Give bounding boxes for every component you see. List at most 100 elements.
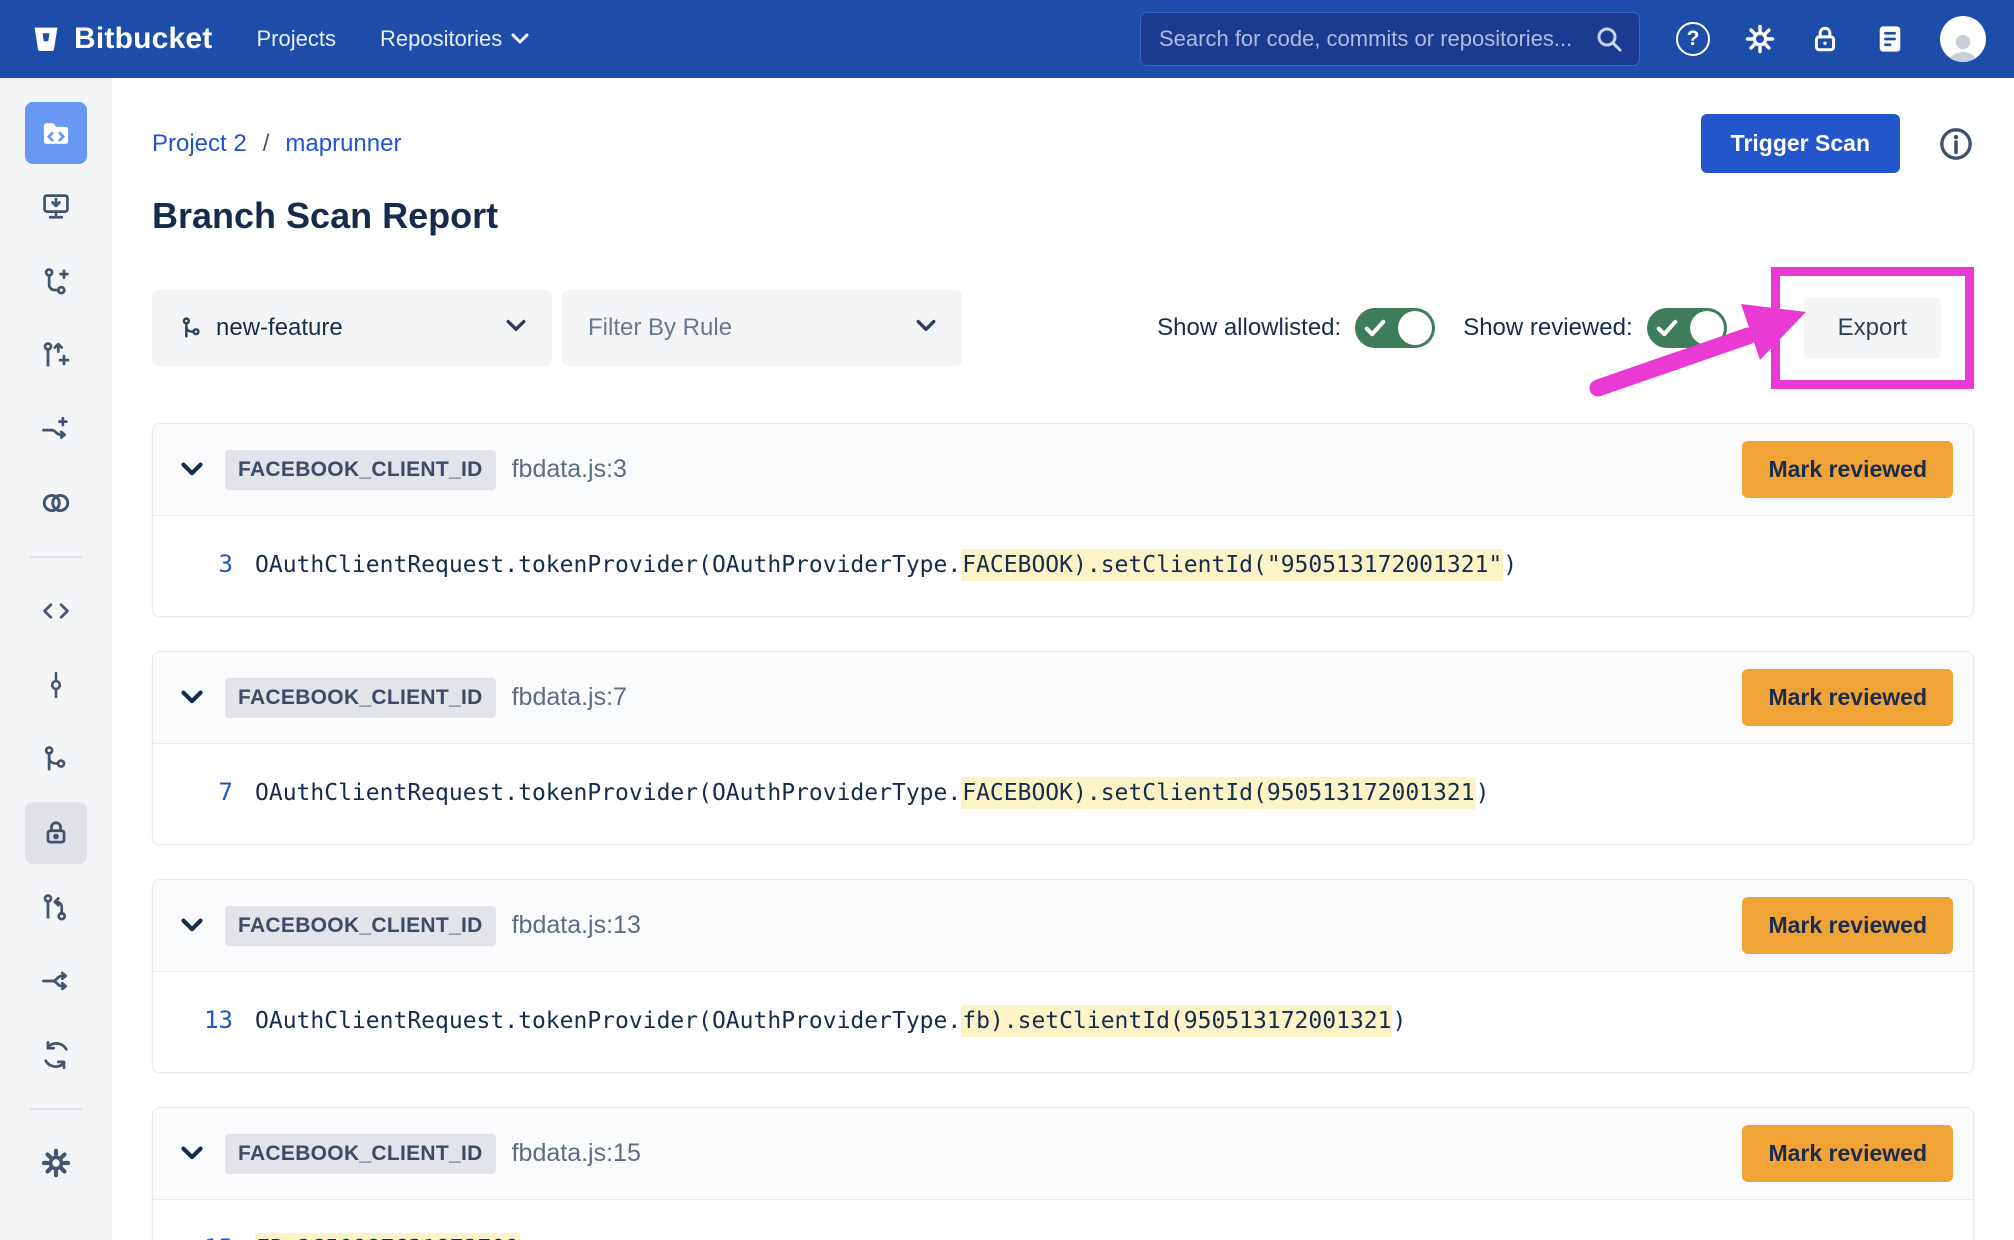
line-number: 3 bbox=[181, 550, 233, 578]
bitbucket-logo[interactable]: Bitbucket bbox=[30, 22, 213, 56]
finding-header[interactable]: FACEBOOK_CLIENT_ID fbdata.js:13 Mark rev… bbox=[153, 880, 1973, 972]
finding-code: 15 FB 2650987631873709 bbox=[153, 1200, 1973, 1240]
sidebar-item-commits[interactable] bbox=[25, 654, 87, 716]
pull-requests-icon bbox=[40, 891, 72, 923]
rule-filter-selector[interactable]: Filter By Rule bbox=[562, 290, 962, 366]
finding-card: FACEBOOK_CLIENT_ID fbdata.js:15 Mark rev… bbox=[152, 1107, 1974, 1240]
commits-icon bbox=[41, 670, 71, 700]
check-icon bbox=[1656, 319, 1678, 337]
folder-code-icon bbox=[39, 116, 73, 150]
compare-icon bbox=[39, 486, 73, 520]
top-navbar: Bitbucket Projects Repositories ? bbox=[0, 0, 2014, 78]
lock-icon[interactable] bbox=[1810, 23, 1840, 55]
toggle-knob bbox=[1690, 311, 1724, 345]
chevron-down-icon[interactable] bbox=[181, 690, 203, 705]
finding-location: fbdata.js:13 bbox=[512, 911, 641, 940]
trigger-scan-button[interactable]: Trigger Scan bbox=[1701, 114, 1900, 173]
code-line: OAuthClientRequest.tokenProvider(OAuthPr… bbox=[255, 1008, 1406, 1034]
search-icon[interactable] bbox=[1595, 25, 1623, 53]
sidebar-item-create-pull-request[interactable] bbox=[25, 324, 87, 386]
branch-icon bbox=[178, 315, 204, 341]
show-allowlisted-toggle[interactable] bbox=[1355, 308, 1435, 348]
left-sidebar bbox=[0, 78, 112, 1240]
finding-header[interactable]: FACEBOOK_CLIENT_ID fbdata.js:3 Mark revi… bbox=[153, 424, 1973, 516]
sidebar-item-security-scan[interactable] bbox=[25, 802, 87, 864]
code-line: FB 2650987631873709 bbox=[255, 1236, 520, 1240]
forks-icon bbox=[40, 965, 72, 997]
finding-card: FACEBOOK_CLIENT_ID fbdata.js:7 Mark revi… bbox=[152, 651, 1974, 845]
sidebar-item-repository[interactable] bbox=[25, 102, 87, 164]
chevron-down-icon[interactable] bbox=[181, 462, 203, 477]
finding-card: FACEBOOK_CLIENT_ID fbdata.js:13 Mark rev… bbox=[152, 879, 1974, 1073]
clone-icon bbox=[40, 191, 72, 223]
sidebar-item-compare[interactable] bbox=[25, 472, 87, 534]
sidebar-item-create-branch[interactable] bbox=[25, 250, 87, 312]
sidebar-item-clone[interactable] bbox=[25, 176, 87, 238]
export-highlight-box: Export bbox=[1771, 267, 1974, 389]
sidebar-item-branches[interactable] bbox=[25, 728, 87, 790]
sidebar-item-builds[interactable] bbox=[25, 1024, 87, 1086]
secret-highlight: FACEBOOK).setClientId(950513172001321 bbox=[961, 777, 1475, 809]
line-number: 7 bbox=[181, 778, 233, 806]
branch-selector[interactable]: new-feature bbox=[152, 290, 552, 366]
gear-icon[interactable] bbox=[1744, 23, 1776, 55]
search-input[interactable] bbox=[1159, 26, 1595, 52]
nav-links: Projects Repositories bbox=[257, 26, 530, 52]
line-number: 13 bbox=[181, 1006, 233, 1034]
main-content: Project 2 / maprunner Trigger Scan Branc… bbox=[112, 78, 2014, 1240]
create-pull-request-icon bbox=[40, 339, 72, 371]
info-icon[interactable] bbox=[1938, 126, 1974, 162]
rule-badge: FACEBOOK_CLIENT_ID bbox=[225, 1134, 496, 1174]
check-icon bbox=[1364, 319, 1386, 337]
feedback-icon[interactable] bbox=[1874, 23, 1906, 55]
sidebar-item-pull-requests[interactable] bbox=[25, 876, 87, 938]
page-title: Branch Scan Report bbox=[152, 195, 1974, 237]
mark-reviewed-button[interactable]: Mark reviewed bbox=[1742, 669, 1953, 726]
breadcrumb: Project 2 / maprunner bbox=[152, 130, 401, 158]
toggle-knob bbox=[1398, 311, 1432, 345]
sidebar-item-forks[interactable] bbox=[25, 950, 87, 1012]
sidebar-item-source[interactable] bbox=[25, 580, 87, 642]
show-reviewed-toggle[interactable] bbox=[1647, 308, 1727, 348]
sidebar-divider bbox=[29, 1108, 83, 1110]
rule-badge: FACEBOOK_CLIENT_ID bbox=[225, 906, 496, 946]
avatar[interactable] bbox=[1940, 16, 1986, 62]
finding-location: fbdata.js:3 bbox=[512, 455, 627, 484]
secret-highlight: FACEBOOK).setClientId("950513172001321" bbox=[961, 549, 1503, 581]
mark-reviewed-button[interactable]: Mark reviewed bbox=[1742, 1125, 1953, 1182]
rule-badge: FACEBOOK_CLIENT_ID bbox=[225, 450, 496, 490]
show-reviewed-label: Show reviewed: bbox=[1463, 314, 1632, 342]
sidebar-item-settings[interactable] bbox=[25, 1132, 87, 1194]
branch-selector-value: new-feature bbox=[216, 314, 343, 342]
mark-reviewed-button[interactable]: Mark reviewed bbox=[1742, 897, 1953, 954]
chevron-down-icon[interactable] bbox=[181, 918, 203, 933]
create-branch-icon bbox=[40, 265, 72, 297]
bitbucket-mark-icon bbox=[30, 23, 62, 55]
nav-repositories[interactable]: Repositories bbox=[380, 26, 529, 52]
navbar-icons: ? bbox=[1676, 16, 1986, 62]
help-icon[interactable]: ? bbox=[1676, 22, 1710, 56]
sidebar-item-create-fork[interactable] bbox=[25, 398, 87, 460]
secret-highlight: FB 2650987631873709 bbox=[255, 1233, 520, 1240]
breadcrumb-project-link[interactable]: Project 2 bbox=[152, 130, 247, 158]
chevron-down-icon bbox=[916, 319, 936, 333]
show-allowlisted-label: Show allowlisted: bbox=[1157, 314, 1341, 342]
rule-filter-placeholder: Filter By Rule bbox=[588, 314, 732, 342]
nav-projects[interactable]: Projects bbox=[257, 26, 336, 52]
chevron-down-icon[interactable] bbox=[181, 1146, 203, 1161]
chevron-down-icon bbox=[511, 33, 529, 45]
global-search[interactable] bbox=[1140, 12, 1640, 66]
bitbucket-page: Bitbucket Projects Repositories ? bbox=[0, 0, 2014, 1240]
settings-gear-icon bbox=[39, 1146, 73, 1180]
finding-location: fbdata.js:15 bbox=[512, 1139, 641, 1168]
breadcrumb-repo-link[interactable]: maprunner bbox=[285, 130, 401, 158]
finding-header[interactable]: FACEBOOK_CLIENT_ID fbdata.js:15 Mark rev… bbox=[153, 1108, 1973, 1200]
export-button[interactable]: Export bbox=[1804, 298, 1941, 358]
sync-icon bbox=[40, 1039, 72, 1071]
branches-icon bbox=[40, 743, 72, 775]
breadcrumb-separator: / bbox=[263, 130, 270, 158]
finding-header[interactable]: FACEBOOK_CLIENT_ID fbdata.js:7 Mark revi… bbox=[153, 652, 1973, 744]
finding-code: 3 OAuthClientRequest.tokenProvider(OAuth… bbox=[153, 516, 1973, 616]
mark-reviewed-button[interactable]: Mark reviewed bbox=[1742, 441, 1953, 498]
source-code-icon bbox=[40, 595, 72, 627]
